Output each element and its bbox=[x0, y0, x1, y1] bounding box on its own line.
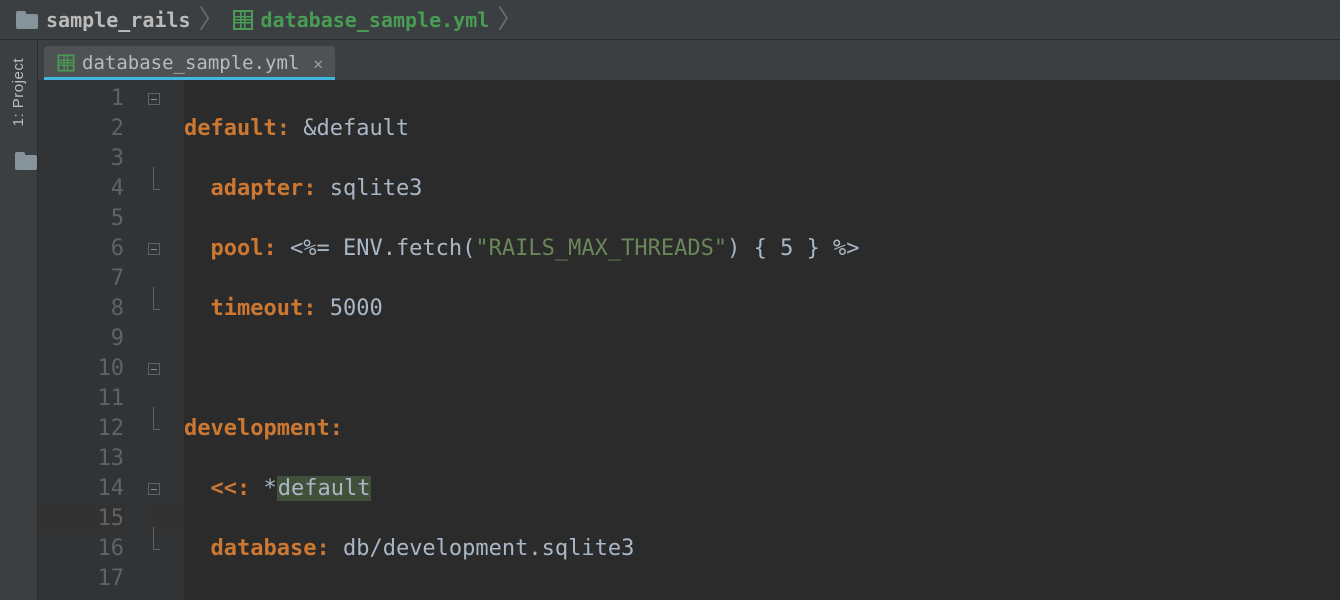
line-number: 9 bbox=[38, 324, 124, 354]
line-number: 8 bbox=[38, 294, 124, 324]
fold-toggle-icon[interactable] bbox=[148, 243, 160, 255]
breadcrumb: sample_rails 〉 database_sample.yml 〉 bbox=[0, 0, 1340, 40]
line-number: 3 bbox=[38, 144, 124, 174]
line-number: 15 bbox=[38, 504, 124, 534]
breadcrumb-root-label: sample_rails bbox=[46, 8, 191, 32]
fold-end-icon bbox=[148, 303, 160, 315]
line-number: 16 bbox=[38, 534, 124, 564]
fold-end-icon bbox=[148, 183, 160, 195]
fold-toggle-icon[interactable] bbox=[148, 483, 160, 495]
fold-toggle-icon[interactable] bbox=[148, 363, 160, 375]
line-number: 6 bbox=[38, 234, 124, 264]
table-icon bbox=[58, 55, 75, 72]
fold-gutter bbox=[148, 80, 184, 600]
tab-label: database_sample.yml bbox=[82, 52, 299, 74]
fold-end-icon bbox=[148, 423, 160, 435]
line-number: 17 bbox=[38, 564, 124, 594]
line-number: 2 bbox=[38, 114, 124, 144]
breadcrumb-separator: 〉 bbox=[495, 7, 525, 33]
line-number: 7 bbox=[38, 264, 124, 294]
breadcrumb-file[interactable]: database_sample.yml bbox=[227, 8, 496, 32]
breadcrumb-separator: 〉 bbox=[197, 7, 227, 33]
folder-icon bbox=[16, 11, 38, 29]
project-icon[interactable] bbox=[15, 152, 23, 171]
fold-end-icon bbox=[148, 543, 160, 555]
code-content[interactable]: default: &default adapter: sqlite3 pool:… bbox=[184, 80, 1340, 600]
code-editor[interactable]: 1 2 3 4 5 6 7 8 9 10 11 12 13 14 15 16 1… bbox=[38, 80, 1340, 600]
line-number: 13 bbox=[38, 444, 124, 474]
tab-database-sample[interactable]: database_sample.yml ✕ bbox=[44, 46, 335, 80]
table-icon bbox=[233, 10, 253, 30]
breadcrumb-file-label: database_sample.yml bbox=[261, 8, 490, 32]
breadcrumb-root[interactable]: sample_rails bbox=[10, 8, 197, 32]
line-number: 4 bbox=[38, 174, 124, 204]
close-icon[interactable]: ✕ bbox=[313, 54, 323, 73]
editor-tabs: database_sample.yml ✕ bbox=[38, 40, 1340, 80]
line-number: 10 bbox=[38, 354, 124, 384]
line-number: 11 bbox=[38, 384, 124, 414]
line-number: 5 bbox=[38, 204, 124, 234]
tool-window-bar: 1: Project bbox=[0, 40, 38, 600]
line-number-gutter: 1 2 3 4 5 6 7 8 9 10 11 12 13 14 15 16 1… bbox=[38, 80, 148, 600]
line-number: 12 bbox=[38, 414, 124, 444]
line-number: 1 bbox=[38, 84, 124, 114]
project-tool-button[interactable]: 1: Project bbox=[10, 52, 27, 132]
line-number: 14 bbox=[38, 474, 124, 504]
fold-toggle-icon[interactable] bbox=[148, 93, 160, 105]
